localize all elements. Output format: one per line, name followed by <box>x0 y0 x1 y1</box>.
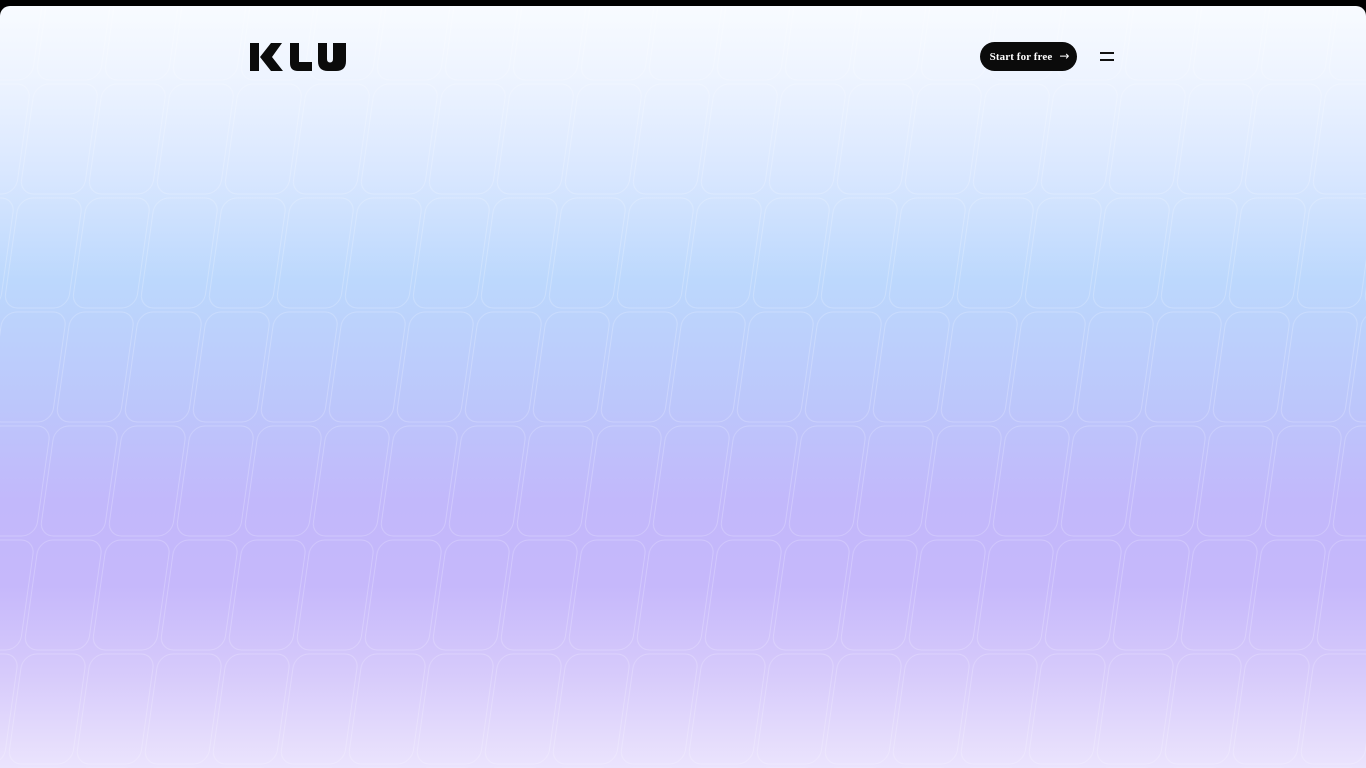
browser-viewport: Start for free → <box>0 6 1366 768</box>
klu-logo-icon <box>250 43 346 71</box>
klu-logo[interactable] <box>250 42 346 72</box>
background-tile-pattern <box>0 6 1366 768</box>
hamburger-menu-icon[interactable] <box>1098 49 1116 63</box>
site-header: Start for free → <box>250 42 1116 72</box>
start-for-free-label: Start for free <box>989 50 1053 63</box>
arrow-right-icon: → <box>1059 49 1070 63</box>
menu-line-bottom <box>1100 59 1114 61</box>
start-for-free-button[interactable]: Start for free → <box>980 42 1077 71</box>
menu-line-top <box>1100 52 1114 54</box>
